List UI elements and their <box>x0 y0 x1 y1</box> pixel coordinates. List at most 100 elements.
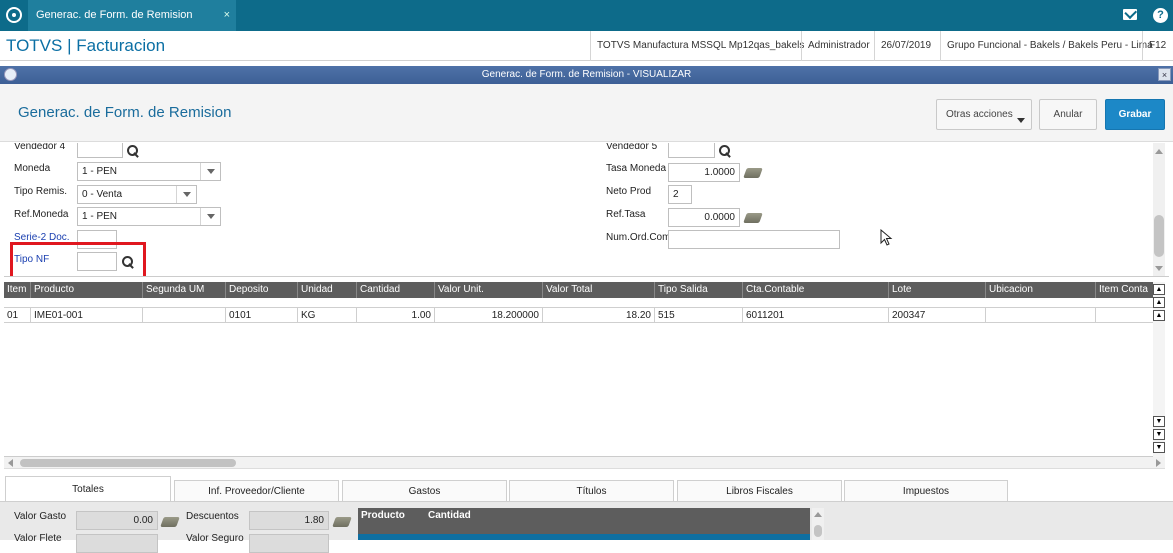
table-row[interactable]: 01 IME01-001 0101 KG 1.00 18.200000 18.2… <box>4 307 1153 323</box>
vendedor5-label: Vendedor 5 <box>606 143 658 152</box>
ref-moneda-value: 1 - PEN <box>82 211 118 222</box>
highlight-box <box>10 242 146 276</box>
page-header: Generac. de Form. de Remision Otras acci… <box>0 84 1173 142</box>
tab-totales[interactable]: Totales <box>5 476 171 502</box>
valor-gasto-input[interactable]: 0.00 <box>76 511 158 530</box>
cell-item-conta[interactable] <box>1096 308 1153 323</box>
tab-impuestos[interactable]: Impuestos <box>844 480 1008 501</box>
subgrid-scrollbar[interactable] <box>812 508 824 540</box>
form-scrollbar[interactable] <box>1153 143 1165 276</box>
scroll-page-up-icon[interactable]: ▲ <box>1153 297 1165 308</box>
grabar-button[interactable]: Grabar <box>1105 99 1165 130</box>
scroll-thumb[interactable] <box>1154 215 1164 257</box>
environment-info[interactable]: TOTVS Manufactura MSSQL Mp12qas_bakels <box>590 31 810 61</box>
valor-flete-input[interactable] <box>76 534 158 553</box>
tab-inf-proveedor-cliente[interactable]: Inf. Proveedor/Cliente <box>174 480 339 501</box>
cell-deposito[interactable]: 0101 <box>226 308 298 323</box>
col-segunda-um[interactable]: Segunda UM <box>143 282 226 298</box>
cell-valor-total[interactable]: 18.20 <box>543 308 655 323</box>
valor-seguro-input[interactable] <box>249 534 329 553</box>
cell-cantidad[interactable]: 1.00 <box>357 308 435 323</box>
col-unidad[interactable]: Unidad <box>298 282 357 298</box>
vendedor5-search-icon[interactable] <box>718 144 732 158</box>
subgrid-col-cantidad[interactable]: Cantidad <box>428 510 471 521</box>
neto-prod-input[interactable]: 2 <box>668 185 692 204</box>
window-title: Generac. de Form. de Remision - VISUALIZ… <box>481 69 692 80</box>
folder-tabs: Totales Inf. Proveedor/Cliente Gastos Tí… <box>0 474 1173 502</box>
scroll-up-icon[interactable] <box>814 512 822 517</box>
scroll-right-icon[interactable] <box>1156 459 1161 467</box>
calculator-icon[interactable] <box>332 517 352 527</box>
help-icon[interactable]: ? <box>1153 8 1168 23</box>
f12-shortcut[interactable]: F12 <box>1142 31 1172 61</box>
num-ord-com-input[interactable] <box>668 230 840 249</box>
calculator-icon[interactable] <box>743 168 763 178</box>
cell-ubicacion[interactable] <box>986 308 1096 323</box>
cell-item[interactable]: 01 <box>4 308 31 323</box>
tab-generac-form-remision[interactable]: Generac. de Form. de Remision [02.9.0005… <box>28 0 236 52</box>
col-item-conta[interactable]: Item Conta <box>1096 282 1153 298</box>
anular-button[interactable]: Anular <box>1039 99 1097 130</box>
grid-vertical-scrollbar[interactable]: ▲ ▲ ▲ ▼ ▼ ▼ <box>1153 282 1165 457</box>
col-ubicacion[interactable]: Ubicacion <box>986 282 1096 298</box>
table-row[interactable] <box>358 534 810 540</box>
cell-producto[interactable]: IME01-001 <box>31 308 143 323</box>
col-tipo-salida[interactable]: Tipo Salida <box>655 282 743 298</box>
cell-tipo-salida[interactable]: 515 <box>655 308 743 323</box>
page-title: Generac. de Form. de Remision <box>18 104 232 121</box>
descuentos-input[interactable]: 1.80 <box>249 511 329 530</box>
grid-horizontal-scrollbar[interactable] <box>4 457 1165 469</box>
col-producto[interactable]: Producto <box>31 282 143 298</box>
tab-gastos[interactable]: Gastos <box>342 480 507 501</box>
cell-segunda-um[interactable] <box>143 308 226 323</box>
col-valor-unit[interactable]: Valor Unit. <box>435 282 543 298</box>
subgrid-col-producto[interactable]: Producto <box>361 510 405 521</box>
cell-lote[interactable]: 200347 <box>889 308 986 323</box>
window-close-icon[interactable]: × <box>1158 68 1171 81</box>
tab-titulos[interactable]: Títulos <box>509 480 674 501</box>
cell-cta-contable[interactable]: 6011201 <box>743 308 889 323</box>
mail-icon[interactable] <box>1123 9 1137 20</box>
vendedor4-input[interactable] <box>77 143 123 158</box>
scroll-thumb[interactable] <box>20 459 236 467</box>
col-valor-total[interactable]: Valor Total <box>543 282 655 298</box>
cell-unidad[interactable]: KG <box>298 308 357 323</box>
calculator-icon[interactable] <box>743 213 763 223</box>
tipo-remis-value: 0 - Venta <box>82 189 123 200</box>
scroll-page-down-icon[interactable]: ▼ <box>1153 429 1165 440</box>
vendedor5-input[interactable] <box>668 143 715 158</box>
col-cta-contable[interactable]: Cta.Contable <box>743 282 889 298</box>
scroll-down-icon[interactable] <box>1155 266 1163 271</box>
scroll-up-icon[interactable]: ▲ <box>1153 310 1165 321</box>
ref-moneda-select[interactable]: 1 - PEN <box>77 207 221 226</box>
tab-libros-fiscales[interactable]: Libros Fiscales <box>677 480 842 501</box>
vendedor4-search-icon[interactable] <box>126 144 140 158</box>
tasa-moneda-input[interactable]: 1.0000 <box>668 163 740 182</box>
date-info[interactable]: 26/07/2019 <box>874 31 937 61</box>
items-grid: Item Producto Segunda UM Deposito Unidad… <box>4 282 1153 457</box>
scroll-up-icon[interactable] <box>1155 149 1163 154</box>
cell-valor-unit[interactable]: 18.200000 <box>435 308 543 323</box>
scroll-top-icon[interactable]: ▲ <box>1153 284 1165 295</box>
valor-gasto-label: Valor Gasto <box>14 511 67 522</box>
company-info[interactable]: Grupo Funcional - Bakels / Bakels Peru -… <box>940 31 1159 61</box>
user-info[interactable]: Administrador <box>801 31 876 61</box>
tab-close-icon[interactable]: × <box>224 0 230 31</box>
ref-tasa-label: Ref.Tasa <box>606 209 646 220</box>
col-deposito[interactable]: Deposito <box>226 282 298 298</box>
scroll-left-icon[interactable] <box>8 459 13 467</box>
chevron-down-icon <box>1017 118 1025 123</box>
calculator-icon[interactable] <box>160 517 180 527</box>
otras-acciones-label: Otras acciones <box>946 109 1013 120</box>
col-cantidad[interactable]: Cantidad <box>357 282 435 298</box>
col-item[interactable]: Item <box>4 282 31 298</box>
moneda-select[interactable]: 1 - PEN <box>77 162 221 181</box>
tipo-remis-select[interactable]: 0 - Venta <box>77 185 197 204</box>
scroll-thumb[interactable] <box>814 525 822 537</box>
col-lote[interactable]: Lote <box>889 282 986 298</box>
scroll-down-icon[interactable]: ▼ <box>1153 416 1165 427</box>
form-panel: Vendedor 4 Moneda 1 - PEN Tipo Remis. 0 … <box>4 143 1169 277</box>
scroll-bottom-icon[interactable]: ▼ <box>1153 442 1165 453</box>
otras-acciones-button[interactable]: Otras acciones <box>936 99 1032 130</box>
ref-tasa-input[interactable]: 0.0000 <box>668 208 740 227</box>
